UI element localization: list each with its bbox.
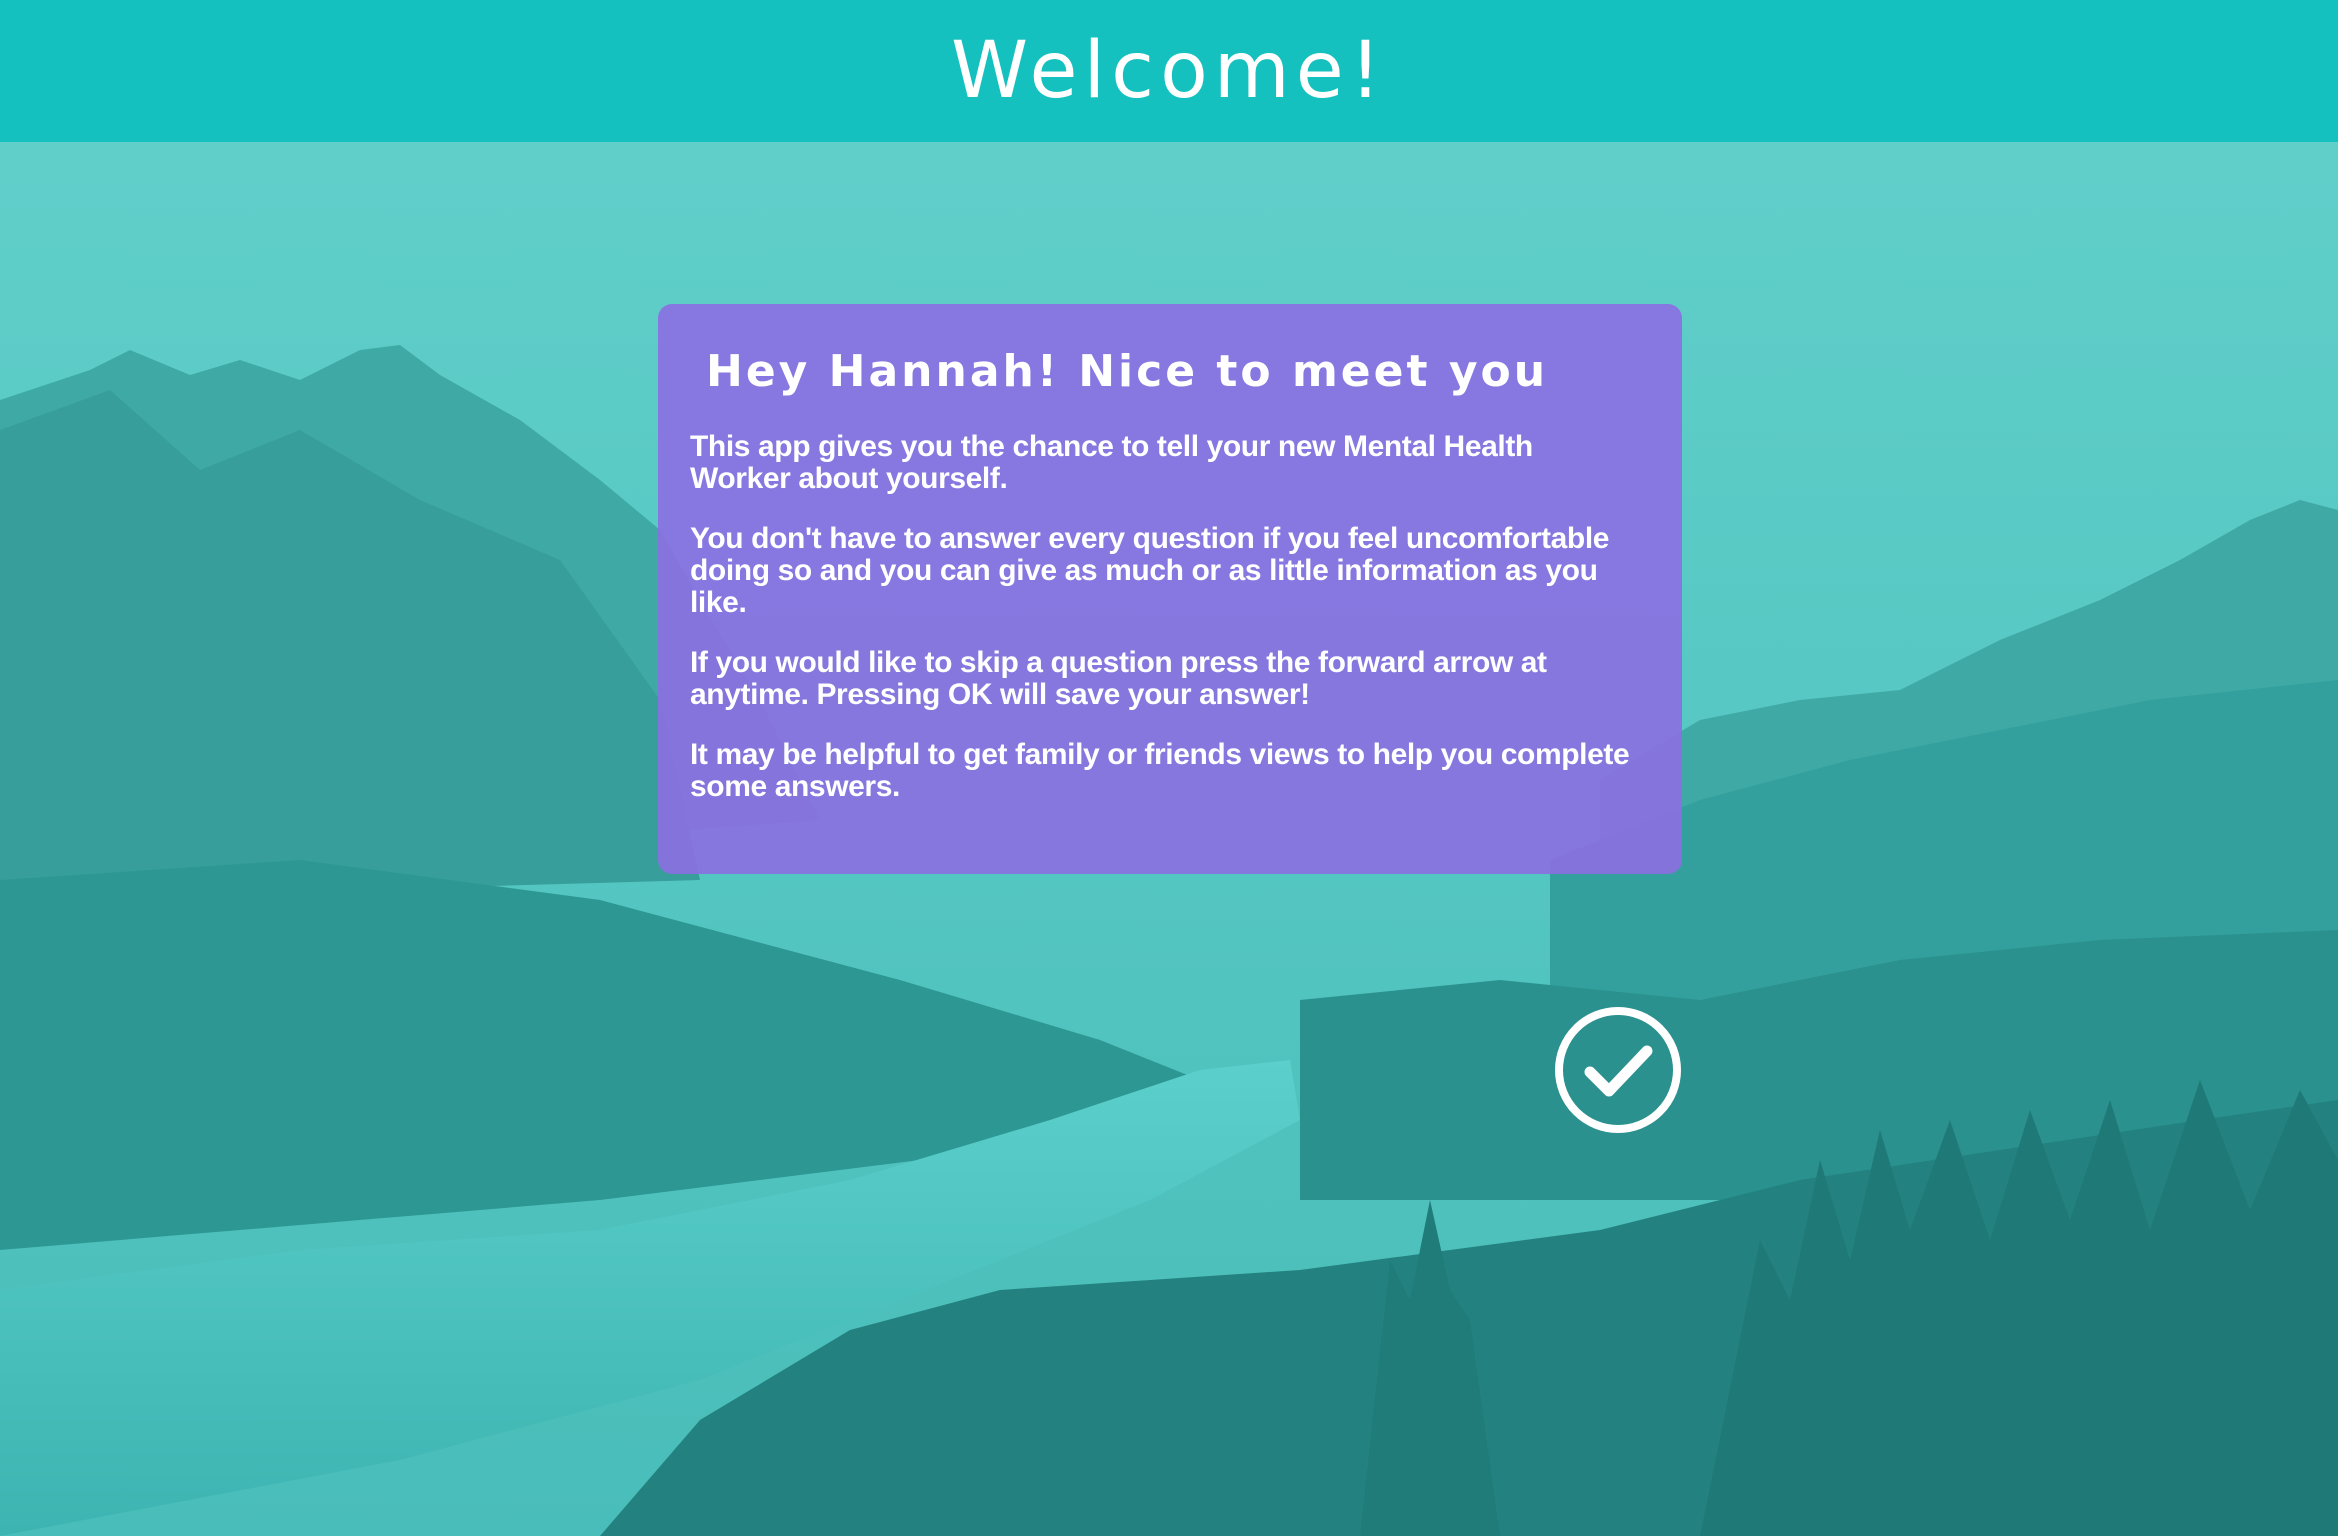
welcome-card: Hey Hannah! Nice to meet you This app gi…	[658, 304, 1682, 874]
page-title: Welcome!	[950, 26, 1388, 116]
top-header: Welcome!	[0, 0, 2338, 142]
skip-instructions-paragraph: If you would like to skip a question pre…	[690, 646, 1547, 711]
card-heading: Hey Hannah! Nice to meet you	[706, 346, 1549, 397]
check-circle-icon	[1555, 1007, 1681, 1133]
optional-answers-paragraph: You don't have to answer every question …	[690, 522, 1610, 619]
confirm-button[interactable]	[1554, 1006, 1682, 1134]
family-help-paragraph: It may be helpful to get family or frien…	[690, 738, 1630, 803]
intro-paragraph: This app gives you the chance to tell yo…	[690, 430, 1533, 495]
